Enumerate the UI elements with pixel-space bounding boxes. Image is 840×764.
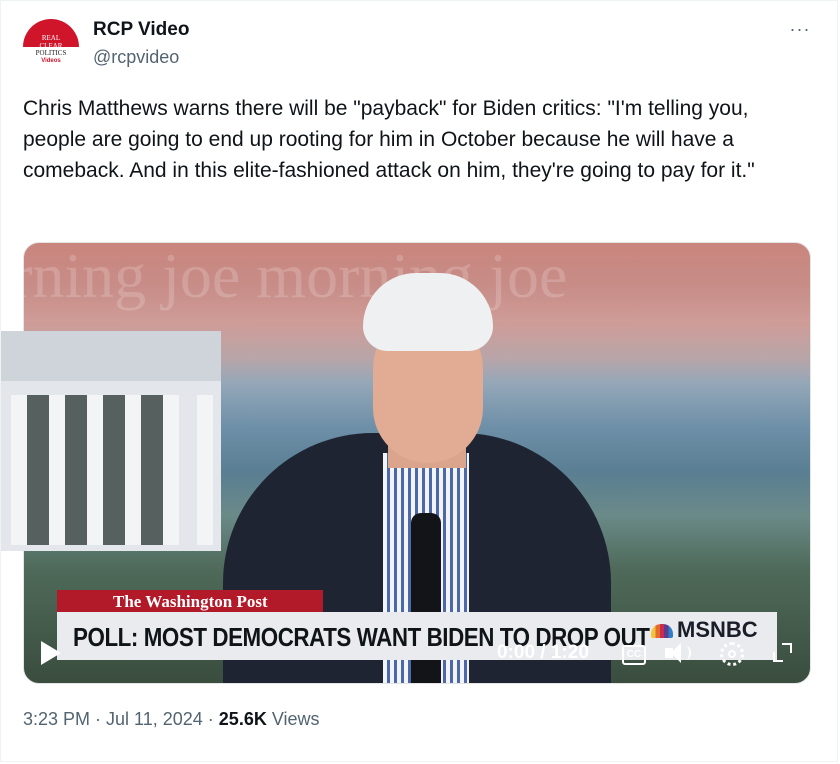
memorial-column	[125, 395, 141, 545]
avatar-text-line1: REAL	[41, 34, 61, 42]
video-timestamp: 0:00 / 1:20	[497, 642, 589, 663]
author-handle[interactable]: @rcpvideo	[93, 47, 179, 68]
volume-icon-cone	[671, 643, 681, 663]
fullscreen-icon[interactable]	[771, 641, 793, 663]
settings-gear-icon[interactable]	[720, 642, 744, 666]
washington-post-label: The Washington Post	[57, 590, 323, 614]
fullscreen-corner-bottom-left	[773, 652, 783, 662]
play-icon[interactable]	[41, 641, 61, 665]
memorial-gap	[65, 395, 87, 545]
closed-captions-icon[interactable]: CC	[622, 645, 646, 665]
memorial-column	[11, 395, 27, 545]
tweet-metadata: 3:23 PM · Jul 11, 2024 · 25.6K Views	[23, 709, 320, 730]
memorial-roof	[1, 331, 221, 381]
network-name: MSNBC	[677, 617, 758, 642]
memorial-column	[49, 395, 65, 545]
tweet-card: REAL CLEAR POLITICS Videos RCP Video @rc…	[0, 0, 838, 762]
fullscreen-corner-top-right	[782, 643, 792, 653]
memorial-column	[197, 395, 213, 545]
avatar-text-line3: POLITICS	[35, 49, 67, 57]
views-count[interactable]: 25.6K	[219, 709, 267, 729]
memorial-building	[1, 331, 221, 551]
memorial-gap	[103, 395, 125, 545]
tweet-text: Chris Matthews warns there will be "payb…	[23, 97, 755, 182]
meta-separator: ·	[202, 709, 219, 729]
more-options-icon[interactable]: ···	[785, 17, 815, 41]
peacock-icon	[651, 624, 673, 639]
memorial-gap	[141, 395, 163, 545]
memorial-column	[163, 395, 179, 545]
speaker-hair	[363, 273, 493, 351]
avatar-text-line4: Videos	[41, 58, 61, 64]
memorial-gap	[27, 395, 49, 545]
memorial-column	[87, 395, 103, 545]
views-label[interactable]: Views	[267, 709, 320, 729]
tweet-date[interactable]: Jul 11, 2024	[106, 709, 203, 729]
meta-separator: ·	[90, 709, 107, 729]
author-name[interactable]: RCP Video	[93, 19, 189, 41]
volume-icon-wave	[681, 646, 691, 660]
author-avatar[interactable]: REAL CLEAR POLITICS Videos	[23, 19, 79, 75]
network-logo: MSNBC	[651, 617, 758, 643]
volume-icon[interactable]	[665, 641, 695, 665]
tweet-time[interactable]: 3:23 PM	[23, 709, 90, 729]
